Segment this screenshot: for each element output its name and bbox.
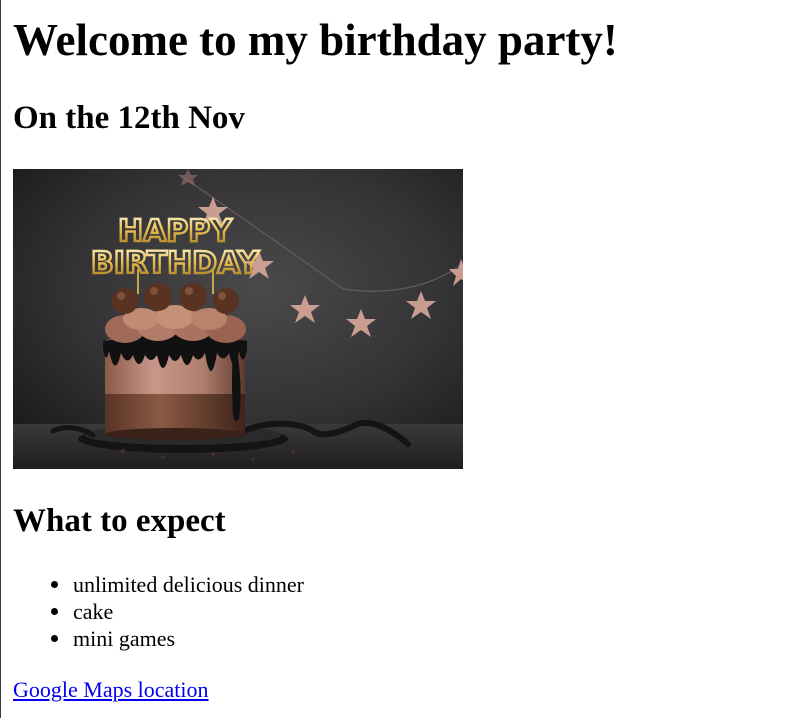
list-item-label: cake [73, 599, 114, 624]
party-date-heading: On the 12th Nov [13, 100, 245, 136]
list-item-label: mini games [73, 626, 176, 651]
page-title: Welcome to my birthday party! [13, 15, 618, 65]
bullet-icon [51, 635, 58, 642]
list-item: cake [13, 598, 304, 625]
what-to-expect-heading: What to expect [13, 503, 226, 539]
bullet-icon [51, 581, 58, 588]
topper-text-birthday: BIRTHDAY [91, 246, 261, 281]
google-maps-link[interactable]: Google Maps location [13, 676, 209, 703]
list-item: unlimited delicious dinner [13, 571, 304, 598]
list-item: mini games [13, 625, 304, 652]
window-edge [0, 0, 1, 718]
topper-text-happy: HAPPY [118, 214, 233, 249]
bullet-icon [51, 608, 58, 615]
list-item-label: unlimited delicious dinner [73, 572, 304, 597]
birthday-cake-image: HAPPY BIRTHDAY [13, 169, 463, 469]
expect-list: unlimited delicious dinner cake mini gam… [13, 571, 304, 652]
